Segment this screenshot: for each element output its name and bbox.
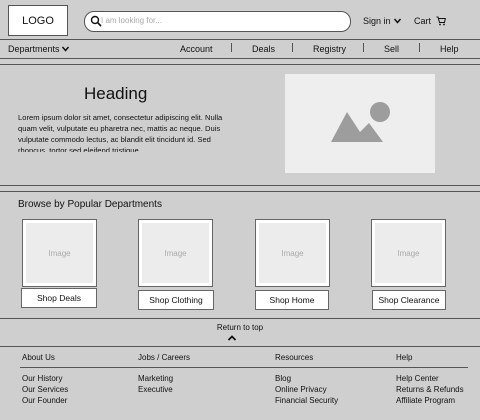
footer-heading-resources: Resources	[275, 353, 314, 362]
footer-divider	[0, 346, 480, 347]
logo[interactable]: LOGO	[8, 5, 68, 36]
department-card-image[interactable]: Image	[371, 219, 446, 287]
footer-column-help: Help Center Returns & Refunds Affiliate …	[396, 373, 464, 406]
nav-separator	[363, 43, 364, 52]
image-placeholder: Image	[142, 223, 209, 283]
footer-heading-help: Help	[396, 353, 413, 362]
footer-link[interactable]: Returns & Refunds	[396, 384, 464, 395]
shop-deals-button[interactable]: Shop Deals	[21, 288, 97, 308]
nav-separator	[231, 43, 232, 52]
footer-column-jobs: Marketing Executive	[138, 373, 173, 395]
return-to-top-link[interactable]: Return to top	[0, 323, 480, 332]
nav-item-help[interactable]: Help	[440, 44, 459, 54]
cart-link[interactable]: Cart	[414, 16, 446, 26]
nav-item-account[interactable]: Account	[180, 44, 213, 54]
footer-link[interactable]: Our Services	[22, 384, 68, 395]
header-divider	[0, 39, 480, 40]
footer-top-divider	[0, 318, 480, 319]
cart-icon	[436, 16, 446, 26]
hero-body-text: Lorem ipsum dolor sit amet, consectetur …	[18, 113, 223, 152]
footer-column-about: Our History Our Services Our Founder	[22, 373, 68, 406]
departments-label: Departments	[8, 44, 60, 54]
nav-item-sell[interactable]: Sell	[384, 44, 399, 54]
hero-heading: Heading	[84, 84, 148, 103]
sign-in-label: Sign in	[363, 16, 391, 26]
nav-separator	[419, 43, 420, 52]
browse-top-divider	[0, 185, 480, 186]
shop-clearance-button[interactable]: Shop Clearance	[372, 290, 446, 310]
cart-label: Cart	[414, 16, 432, 26]
image-placeholder: Image	[26, 223, 93, 283]
shop-clothing-button[interactable]: Shop Clothing	[138, 290, 214, 310]
footer-link[interactable]: Executive	[138, 384, 173, 395]
nav-divider	[0, 58, 480, 59]
footer-heading-about: About Us	[22, 353, 55, 362]
nav-item-registry[interactable]: Registry	[313, 44, 346, 54]
search-bar[interactable]	[84, 11, 351, 32]
departments-menu[interactable]: Departments	[8, 44, 70, 54]
footer-link[interactable]: Our History	[22, 373, 68, 384]
chevron-down-icon	[61, 46, 69, 52]
footer-link[interactable]: Marketing	[138, 373, 173, 384]
hero-image	[285, 74, 435, 173]
browse-title: Browse by Popular Departments	[18, 199, 162, 210]
department-card-image[interactable]: Image	[255, 219, 330, 287]
footer-link[interactable]: Online Privacy	[275, 384, 338, 395]
footer-link[interactable]: Financial Security	[275, 395, 338, 406]
department-card-image[interactable]: Image	[22, 219, 97, 287]
chevron-up-icon[interactable]	[227, 334, 237, 342]
footer-heading-underline	[20, 367, 468, 368]
nav-item-deals[interactable]: Deals	[252, 44, 275, 54]
nav-separator	[292, 43, 293, 52]
footer-heading-jobs: Jobs / Careers	[138, 353, 191, 362]
footer-link[interactable]: Affiliate Program	[396, 395, 464, 406]
sign-in-menu[interactable]: Sign in	[363, 16, 402, 26]
image-placeholder: Image	[375, 223, 442, 283]
shop-home-button[interactable]: Shop Home	[255, 290, 329, 310]
search-input[interactable]	[101, 14, 341, 27]
browse-top-divider-2	[0, 191, 480, 192]
footer-link[interactable]: Our Founder	[22, 395, 68, 406]
image-placeholder: Image	[259, 223, 326, 283]
footer-link[interactable]: Help Center	[396, 373, 464, 384]
department-card-image[interactable]: Image	[138, 219, 213, 287]
hero-top-divider	[0, 64, 480, 65]
footer-link[interactable]: Blog	[275, 373, 338, 384]
image-placeholder-icon	[331, 102, 390, 142]
footer-column-resources: Blog Online Privacy Financial Security	[275, 373, 338, 406]
chevron-down-icon	[393, 18, 401, 24]
